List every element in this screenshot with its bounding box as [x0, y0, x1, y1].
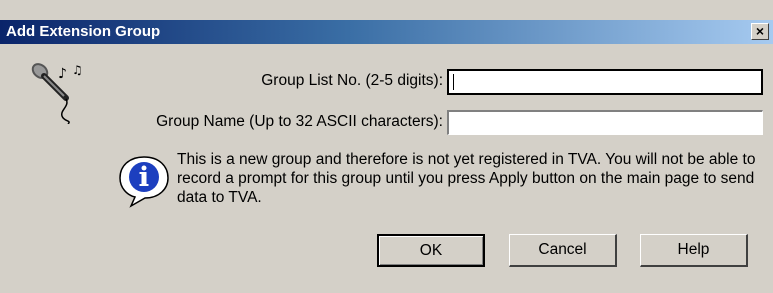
group-list-no-label: Group List No. (2-5 digits):: [261, 72, 443, 89]
group-name-input[interactable]: [447, 110, 763, 135]
cancel-button[interactable]: Cancel: [509, 234, 617, 267]
group-name-label: Group Name (Up to 32 ASCII characters):: [156, 113, 443, 130]
help-button[interactable]: Help: [640, 234, 748, 267]
group-list-no-input[interactable]: [447, 69, 763, 95]
text-caret: [453, 74, 454, 90]
info-icon: [119, 156, 169, 208]
window-title: Add Extension Group: [6, 23, 161, 40]
close-button[interactable]: ×: [751, 23, 769, 40]
info-message: This is a new group and therefore is not…: [177, 151, 756, 206]
microphone-icon: ♪ ♫: [31, 63, 83, 124]
title-bar[interactable]: Add Extension Group ×: [0, 20, 773, 44]
close-icon: ×: [755, 23, 765, 39]
add-extension-group-dialog: Add Extension Group × ♪ ♫ Group List No.…: [0, 0, 773, 293]
ok-button[interactable]: OK: [377, 234, 485, 267]
svg-text:♫: ♫: [72, 63, 83, 77]
svg-text:♪: ♪: [58, 66, 67, 82]
